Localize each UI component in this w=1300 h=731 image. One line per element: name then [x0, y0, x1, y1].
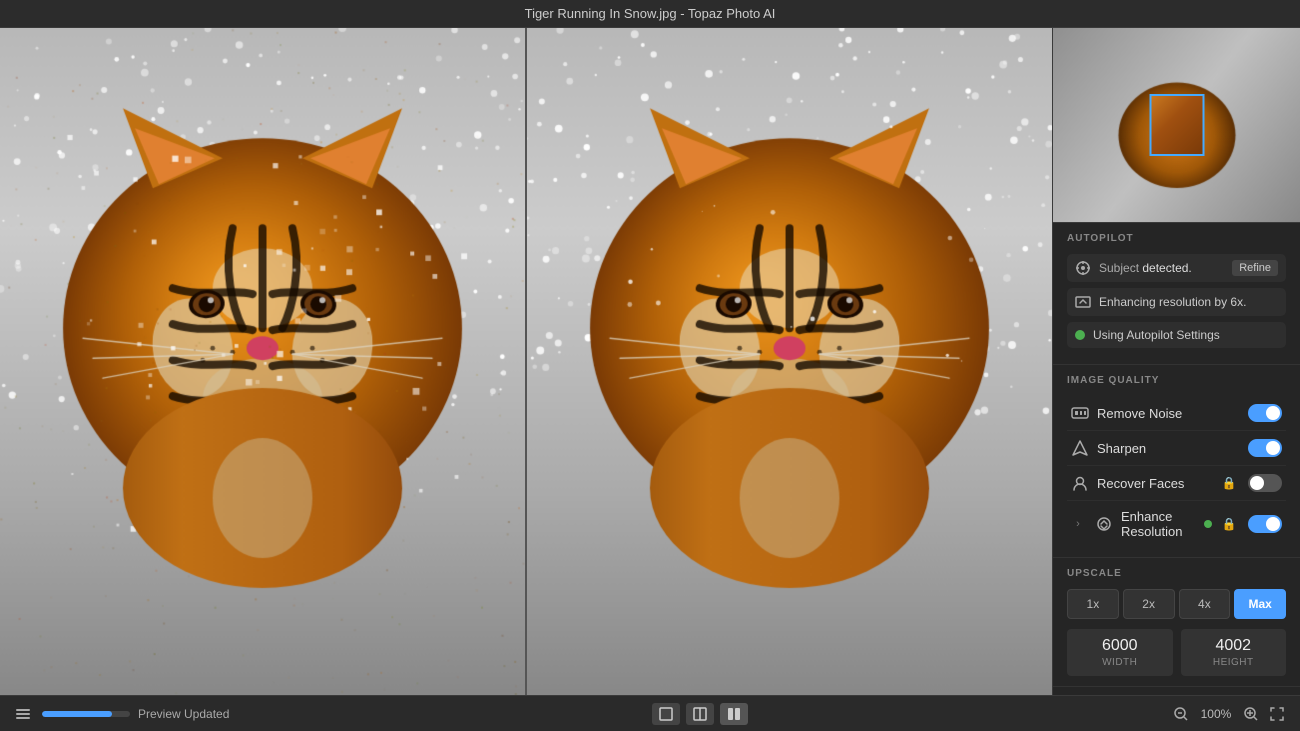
enhance-resolution-toggle[interactable]: [1248, 515, 1282, 533]
dimensions-row: 6000 Width 4002 Height: [1067, 629, 1286, 676]
thumbnail-area: [1053, 28, 1300, 223]
resolution-text: Enhancing resolution by 6x.: [1099, 295, 1278, 309]
enhance-resolution-active-dot: [1204, 520, 1212, 528]
enhanced-image: [527, 28, 1052, 695]
enhance-resolution-row: › Enhance Resolution 🔒: [1067, 501, 1286, 547]
preview-status: Preview Updated: [138, 707, 229, 721]
sharpen-label: Sharpen: [1097, 441, 1240, 456]
height-label: Height: [1189, 657, 1279, 668]
sharpen-toggle[interactable]: [1248, 439, 1282, 457]
progress-bar: [42, 711, 130, 717]
scale-max-button[interactable]: Max: [1234, 589, 1286, 619]
subject-icon: [1075, 260, 1091, 276]
zoom-out-button[interactable]: [1170, 703, 1192, 725]
enhance-resolution-label: Enhance Resolution: [1121, 509, 1196, 539]
width-box: 6000 Width: [1067, 629, 1173, 676]
autopilot-settings-text: Using Autopilot Settings: [1093, 328, 1278, 342]
bottom-left-controls: Preview Updated: [12, 703, 229, 725]
subject-detected-row: Subject detected. Refine: [1067, 254, 1286, 282]
zoom-in-button[interactable]: [1240, 703, 1262, 725]
remove-noise-label: Remove Noise: [1097, 406, 1240, 421]
remove-noise-row: Remove Noise: [1067, 396, 1286, 431]
enhance-resolution-lock-icon: 🔒: [1222, 517, 1236, 531]
resolution-icon: [1075, 294, 1091, 310]
split-view-button[interactable]: [686, 703, 714, 725]
image-panel-right: [527, 28, 1052, 695]
upscale-section: UPSCALE 1x 2x 4x Max 6000 Width 4002 Hei…: [1053, 558, 1300, 687]
bottom-center-controls: [652, 703, 748, 725]
recover-faces-label: Recover Faces: [1097, 476, 1214, 491]
zoom-value: 100%: [1196, 707, 1236, 721]
width-label: Width: [1075, 657, 1165, 668]
height-box: 4002 Height: [1181, 629, 1287, 676]
subject-detected-text: Subject detected.: [1099, 261, 1224, 275]
thumbnail-selection-box: [1149, 94, 1204, 156]
resolution-row: Enhancing resolution by 6x.: [1067, 288, 1286, 316]
remove-noise-toggle[interactable]: [1248, 404, 1282, 422]
autopilot-title: AUTOPILOT: [1067, 233, 1286, 244]
fit-view-button[interactable]: [1266, 703, 1288, 725]
bottom-bar: Preview Updated: [0, 695, 1300, 731]
scale-1x-button[interactable]: 1x: [1067, 589, 1119, 619]
refine-button[interactable]: Refine: [1232, 260, 1278, 276]
sharpen-icon: [1071, 439, 1089, 457]
side-by-side-view-button[interactable]: [720, 703, 748, 725]
original-image: [0, 28, 525, 695]
enhance-resolution-icon: [1095, 515, 1113, 533]
width-value: 6000: [1075, 637, 1165, 655]
progress-fill: [42, 711, 112, 717]
active-indicator: [1075, 330, 1085, 340]
scale-buttons-group: 1x 2x 4x Max: [1067, 589, 1286, 619]
recover-faces-toggle[interactable]: [1248, 474, 1282, 492]
quality-title: IMAGE QUALITY: [1067, 375, 1286, 386]
scale-4x-button[interactable]: 4x: [1179, 589, 1231, 619]
bottom-right-controls: 100%: [1170, 703, 1288, 725]
single-view-button[interactable]: [652, 703, 680, 725]
scale-2x-button[interactable]: 2x: [1123, 589, 1175, 619]
image-panel-left: [0, 28, 527, 695]
main-area: AUTOPILOT Subject detected. Ref: [0, 28, 1300, 695]
autopilot-settings-row: Using Autopilot Settings: [1067, 322, 1286, 348]
recover-faces-row: Recover Faces 🔒: [1067, 466, 1286, 501]
menu-icon[interactable]: [12, 703, 34, 725]
expand-icon[interactable]: ›: [1071, 517, 1085, 531]
remove-noise-icon: [1071, 404, 1089, 422]
autopilot-section: AUTOPILOT Subject detected. Ref: [1053, 223, 1300, 365]
upscale-title: UPSCALE: [1067, 568, 1286, 579]
recover-faces-lock-icon: 🔒: [1222, 476, 1236, 490]
image-area: [0, 28, 1052, 695]
titlebar: Tiger Running In Snow.jpg - Topaz Photo …: [0, 0, 1300, 28]
right-panel: AUTOPILOT Subject detected. Ref: [1052, 28, 1300, 695]
height-value: 4002: [1189, 637, 1279, 655]
window-title: Tiger Running In Snow.jpg - Topaz Photo …: [525, 6, 776, 21]
quality-section: IMAGE QUALITY Remove Noise: [1053, 365, 1300, 558]
sharpen-row: Sharpen: [1067, 431, 1286, 466]
recover-faces-icon: [1071, 474, 1089, 492]
